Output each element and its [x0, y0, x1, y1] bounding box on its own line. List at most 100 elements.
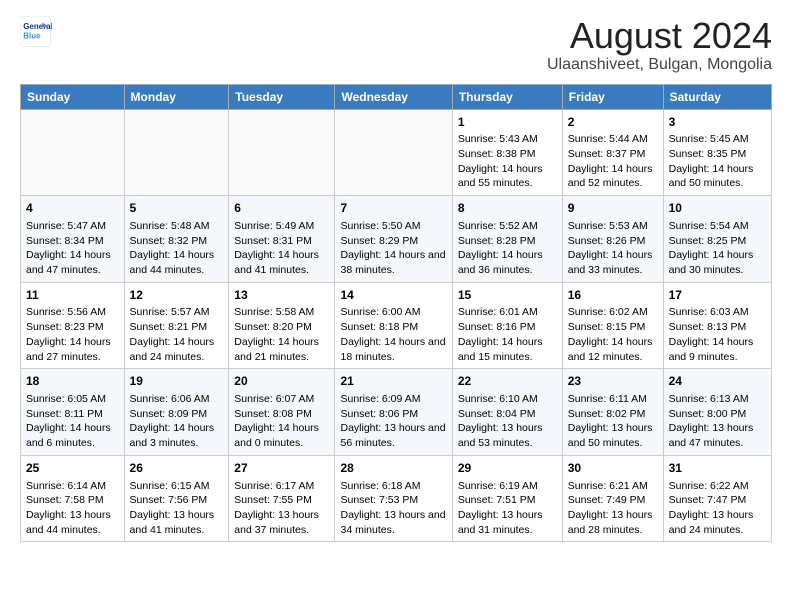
- sunrise-text: Sunrise: 6:21 AM: [568, 480, 648, 492]
- day-number: 14: [340, 287, 446, 304]
- sunset-text: Sunset: 8:32 PM: [130, 235, 208, 247]
- day-of-week-header: Thursday: [452, 84, 562, 109]
- sunrise-text: Sunrise: 5:48 AM: [130, 220, 210, 232]
- calendar-day-cell: 11Sunrise: 5:56 AMSunset: 8:23 PMDayligh…: [21, 282, 125, 369]
- sunset-text: Sunset: 8:20 PM: [234, 321, 312, 333]
- sunrise-text: Sunrise: 5:57 AM: [130, 306, 210, 318]
- sunset-text: Sunset: 8:25 PM: [669, 235, 747, 247]
- daylight-text: Daylight: 14 hours and 44 minutes.: [130, 249, 215, 276]
- day-of-week-header: Saturday: [663, 84, 771, 109]
- day-number: 31: [669, 460, 766, 477]
- calendar-day-cell: 6Sunrise: 5:49 AMSunset: 8:31 PMDaylight…: [229, 196, 335, 283]
- calendar-day-cell: 22Sunrise: 6:10 AMSunset: 8:04 PMDayligh…: [452, 369, 562, 456]
- daylight-text: Daylight: 13 hours and 34 minutes.: [340, 509, 445, 536]
- svg-text:Blue: Blue: [23, 31, 41, 40]
- sunset-text: Sunset: 7:49 PM: [568, 494, 646, 506]
- day-number: 4: [26, 200, 119, 217]
- calendar-day-cell: 12 Sunrise: 5:57 AM Sunset: 8:21 PM Dayligh…: [124, 282, 229, 369]
- sunset-text: Sunset: 7:53 PM: [340, 494, 418, 506]
- day-number: 28: [340, 460, 446, 477]
- title-area: August 2024 Ulaanshiveet, Bulgan, Mongol…: [547, 16, 772, 74]
- day-number: 30: [568, 460, 658, 477]
- sunrise-text: Sunrise: 6:05 AM: [26, 393, 106, 405]
- sunset-text: Sunset: 8:18 PM: [340, 321, 418, 333]
- sunrise-text: Sunrise: 6:02 AM: [568, 306, 648, 318]
- daylight-text: Daylight: 14 hours and 18 minutes.: [340, 336, 445, 363]
- day-number: 6: [234, 200, 329, 217]
- day-number: 5: [130, 200, 224, 217]
- sunrise-text: Sunrise: 6:00 AM: [340, 306, 420, 318]
- svg-text:General: General: [23, 22, 52, 31]
- calendar-title: August 2024: [547, 16, 772, 56]
- daylight-text: Daylight: 13 hours and 41 minutes.: [130, 509, 215, 536]
- daylight-text: Daylight: 14 hours and 27 minutes.: [26, 336, 111, 363]
- sunset-text: Sunset: 8:02 PM: [568, 408, 646, 420]
- calendar-day-cell: [335, 109, 452, 196]
- calendar-day-cell: [21, 109, 125, 196]
- sunrise-text: Sunrise: 5:44 AM: [568, 133, 648, 145]
- daylight-text: Daylight: 14 hours and 6 minutes.: [26, 422, 111, 449]
- calendar-week-row: 4Sunrise: 5:47 AMSunset: 8:34 PMDaylight…: [21, 196, 772, 283]
- calendar-day-cell: 8Sunrise: 5:52 AMSunset: 8:28 PMDaylight…: [452, 196, 562, 283]
- day-number: 18: [26, 373, 119, 390]
- sunset-text: Sunset: 8:31 PM: [234, 235, 312, 247]
- sunrise-text: Sunrise: 6:15 AM: [130, 480, 210, 492]
- sunrise-text: Sunrise: 5:52 AM: [458, 220, 538, 232]
- calendar-day-cell: 26Sunrise: 6:15 AMSunset: 7:56 PMDayligh…: [124, 455, 229, 542]
- sunrise-text: Sunrise: 6:14 AM: [26, 480, 106, 492]
- day-number: 11: [26, 287, 119, 304]
- calendar-day-cell: 29Sunrise: 6:19 AMSunset: 7:51 PMDayligh…: [452, 455, 562, 542]
- calendar-day-cell: 1Sunrise: 5:43 AMSunset: 8:38 PMDaylight…: [452, 109, 562, 196]
- calendar-day-cell: 9Sunrise: 5:53 AMSunset: 8:26 PMDaylight…: [562, 196, 663, 283]
- sunrise-text: Sunrise: 5:43 AM: [458, 133, 538, 145]
- daylight-text: Daylight: 14 hours and 3 minutes.: [130, 422, 215, 449]
- calendar-day-cell: [124, 109, 229, 196]
- calendar-header-row: SundayMondayTuesdayWednesdayThursdayFrid…: [21, 84, 772, 109]
- sunset-text: Sunset: 8:04 PM: [458, 408, 536, 420]
- daylight-text: Daylight: 13 hours and 28 minutes.: [568, 509, 653, 536]
- sunrise-text: Sunrise: 6:06 AM: [130, 393, 210, 405]
- daylight-text: Daylight: 14 hours and 12 minutes.: [568, 336, 653, 363]
- sunset-text: Sunset: 7:58 PM: [26, 494, 104, 506]
- daylight-text: Daylight: 14 hours and 0 minutes.: [234, 422, 319, 449]
- day-number: 15: [458, 287, 557, 304]
- calendar-day-cell: 27Sunrise: 6:17 AMSunset: 7:55 PMDayligh…: [229, 455, 335, 542]
- sunset-text: Sunset: 8:21 PM: [130, 321, 208, 333]
- page: General Blue August 2024 Ulaanshiveet, B…: [0, 0, 792, 552]
- daylight-text: Daylight: 14 hours and 36 minutes.: [458, 249, 543, 276]
- calendar-day-cell: 13Sunrise: 5:58 AMSunset: 8:20 PMDayligh…: [229, 282, 335, 369]
- sunrise-text: Sunrise: 5:58 AM: [234, 306, 314, 318]
- sunset-text: Sunset: 8:38 PM: [458, 148, 536, 160]
- sunset-text: Sunset: 8:35 PM: [669, 148, 747, 160]
- calendar-day-cell: 18Sunrise: 6:05 AMSunset: 8:11 PMDayligh…: [21, 369, 125, 456]
- day-number: 17: [669, 287, 766, 304]
- daylight-text: Daylight: 14 hours and 52 minutes.: [568, 163, 653, 190]
- logo: General Blue: [20, 16, 52, 48]
- sunset-text: Sunset: 8:13 PM: [669, 321, 747, 333]
- sunrise-text: Sunrise: 6:19 AM: [458, 480, 538, 492]
- calendar-week-row: 11Sunrise: 5:56 AMSunset: 8:23 PMDayligh…: [21, 282, 772, 369]
- day-number: 16: [568, 287, 658, 304]
- sunset-text: Sunset: 8:28 PM: [458, 235, 536, 247]
- daylight-text: Daylight: 14 hours and 33 minutes.: [568, 249, 653, 276]
- day-number: 12: [130, 287, 224, 304]
- daylight-text: Daylight: 13 hours and 44 minutes.: [26, 509, 111, 536]
- day-number: 19: [130, 373, 224, 390]
- daylight-text: Daylight: 13 hours and 56 minutes.: [340, 422, 445, 449]
- sunrise-text: Sunrise: 6:07 AM: [234, 393, 314, 405]
- calendar-day-cell: 16Sunrise: 6:02 AMSunset: 8:15 PMDayligh…: [562, 282, 663, 369]
- sunrise-text: Sunrise: 5:53 AM: [568, 220, 648, 232]
- daylight-text: Daylight: 13 hours and 50 minutes.: [568, 422, 653, 449]
- calendar-day-cell: 5 Sunrise: 5:48 AM Sunset: 8:32 PM Daylight…: [124, 196, 229, 283]
- day-number: 2: [568, 114, 658, 131]
- day-number: 10: [669, 200, 766, 217]
- daylight-text: Daylight: 13 hours and 37 minutes.: [234, 509, 319, 536]
- day-number: 23: [568, 373, 658, 390]
- day-number: 27: [234, 460, 329, 477]
- daylight-text: Daylight: 14 hours and 24 minutes.: [130, 336, 215, 363]
- day-number: 22: [458, 373, 557, 390]
- calendar-day-cell: 10Sunrise: 5:54 AMSunset: 8:25 PMDayligh…: [663, 196, 771, 283]
- sunset-text: Sunset: 8:34 PM: [26, 235, 104, 247]
- sunset-text: Sunset: 7:51 PM: [458, 494, 536, 506]
- day-of-week-header: Friday: [562, 84, 663, 109]
